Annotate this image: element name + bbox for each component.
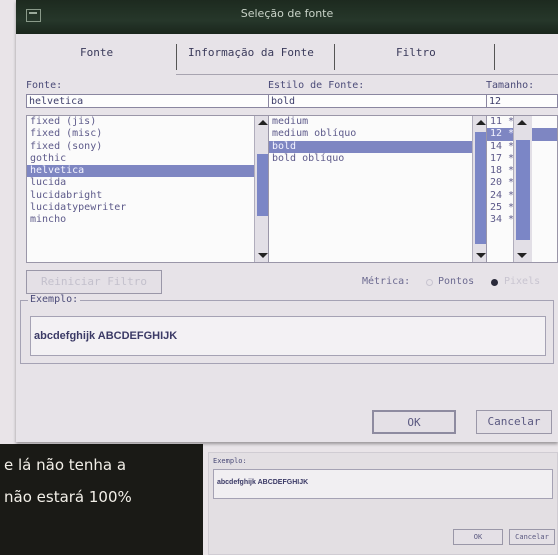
- points-label: Pontos: [438, 276, 475, 287]
- font-list-item[interactable]: lucida: [27, 177, 273, 189]
- font-label: Fonte:: [26, 80, 63, 91]
- thumb-example-label: Exemplo:: [213, 457, 247, 465]
- scroll-up-icon[interactable]: [476, 120, 486, 125]
- font-list-item[interactable]: fixed (sony): [27, 141, 273, 153]
- font-style-list-item[interactable]: bold oblíquo: [269, 153, 491, 165]
- cancel-button[interactable]: Cancelar: [476, 410, 552, 434]
- pixels-label: Pixels: [504, 276, 541, 287]
- font-style-list-item[interactable]: medium oblíquo: [269, 128, 491, 140]
- font-selection-dialog: Seleção de fonte Fonte Informação da Fon…: [16, 0, 558, 442]
- example-label: Exemplo:: [28, 294, 81, 305]
- article-line-2: não estará 100%: [4, 488, 132, 506]
- metric-label: Métrica:: [362, 276, 411, 287]
- scroll-thumb[interactable]: [516, 140, 530, 240]
- pixels-radio[interactable]: [491, 279, 498, 286]
- thumb-ok-button[interactable]: OK: [453, 529, 503, 545]
- points-radio[interactable]: [426, 279, 433, 286]
- font-style-list[interactable]: medium medium oblíquo bold bold oblíquo: [268, 115, 492, 263]
- tab-divider: [176, 44, 177, 70]
- font-style-input[interactable]: bold: [268, 94, 492, 108]
- font-size-list[interactable]: 11 * 12 * 14 * 17 * 18 * 20 * 24 * 25 * 34 *: [486, 115, 558, 263]
- font-size-label: Tamanho:: [486, 80, 535, 91]
- tab-filter[interactable]: Filtro: [396, 46, 436, 59]
- scroll-down-icon[interactable]: [258, 253, 268, 258]
- font-list-item[interactable]: gothic: [27, 153, 273, 165]
- window-title: Seleção de fonte: [240, 7, 334, 20]
- article-text-block: e lá não tenha a não estará 100%: [0, 444, 203, 555]
- thumb-cancel-button[interactable]: Cancelar: [509, 529, 555, 545]
- example-sample-text: abcdefghijk ABCDEFGHIJK: [34, 330, 178, 342]
- reset-filter-button[interactable]: Reiniciar Filtro: [26, 270, 162, 294]
- font-style-list-item[interactable]: medium: [269, 116, 491, 128]
- font-list-item[interactable]: mincho: [27, 214, 273, 226]
- scroll-down-icon[interactable]: [517, 253, 527, 258]
- scroll-up-icon[interactable]: [258, 120, 268, 125]
- tab-divider: [334, 44, 335, 70]
- scroll-down-icon[interactable]: [476, 253, 486, 258]
- font-name-input[interactable]: helvetica: [26, 94, 274, 108]
- tab-font[interactable]: Fonte: [80, 46, 113, 59]
- font-list[interactable]: fixed (jis) fixed (misc) fixed (sony) gothi…: [26, 115, 274, 263]
- ok-button[interactable]: OK: [372, 410, 456, 434]
- tab-underline: [176, 74, 558, 75]
- article-line-1: e lá não tenha a: [4, 456, 127, 474]
- size-list-scrollbar[interactable]: [513, 116, 532, 262]
- thumb-sample-text: abcdefghijk ABCDEFGHIJK: [217, 479, 309, 486]
- font-list-item[interactable]: lucidatypewriter: [27, 202, 273, 214]
- font-list-item[interactable]: helvetica: [27, 165, 273, 178]
- tab-font-info[interactable]: Informação da Fonte: [188, 46, 314, 59]
- scroll-up-icon[interactable]: [517, 120, 527, 125]
- tab-bar: Fonte Informação da Fonte Filtro: [16, 38, 558, 76]
- dialog-thumbnail: Exemplo: abcdefghijk ABCDEFGHIJK OK Canc…: [208, 452, 558, 555]
- font-size-input[interactable]: 12: [486, 94, 558, 108]
- tab-divider: [494, 44, 495, 70]
- font-list-item[interactable]: fixed (misc): [27, 128, 273, 140]
- font-style-list-item[interactable]: bold: [269, 140, 491, 153]
- font-list-item[interactable]: lucidabright: [27, 190, 273, 202]
- font-list-item[interactable]: fixed (jis): [27, 116, 273, 128]
- title-bar[interactable]: Seleção de fonte: [16, 0, 558, 34]
- font-style-label: Estilo de Fonte:: [268, 80, 365, 91]
